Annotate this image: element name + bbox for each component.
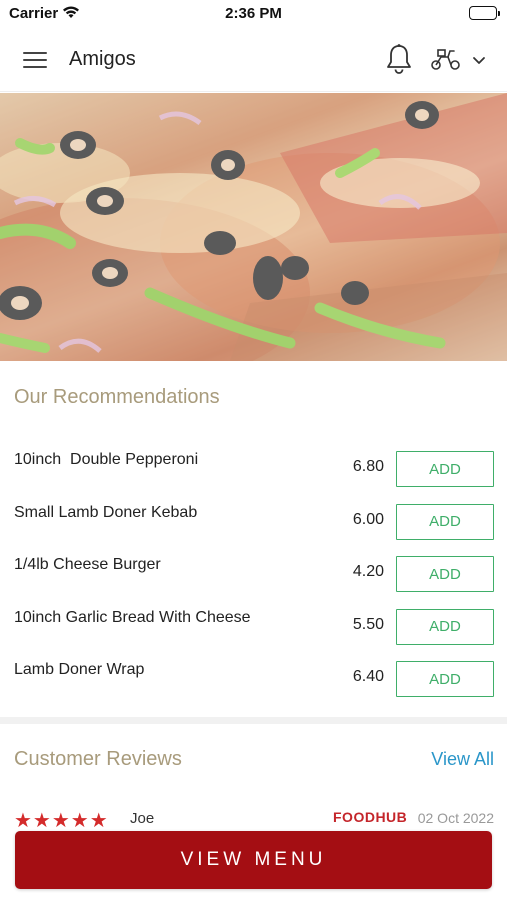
item-name: 1/4lb Cheese Burger — [14, 556, 161, 573]
list-item: Lamb Doner Wrap 6.40 ADD — [0, 653, 507, 706]
add-button[interactable]: ADD — [396, 503, 494, 540]
list-item: 1/4lb Cheese Burger 4.20 ADD — [0, 548, 507, 601]
item-name: Small Lamb Doner Kebab — [14, 503, 198, 521]
hero-pizza-image — [0, 93, 507, 361]
item-name: Lamb Doner Wrap — [14, 661, 145, 678]
recommendations-list: 10inch Double Pepperoni 6.80 ADD Small L… — [0, 443, 507, 706]
restaurant-title: Amigos — [69, 48, 136, 70]
view-menu-button[interactable]: VIEW MENU — [15, 831, 492, 889]
review-date: 02 Oct 2022 — [417, 810, 494, 826]
list-item: 10inch Garlic Bread With Cheese 5.50 ADD — [0, 601, 507, 654]
status-bar: Carrier 2:36 PM — [0, 0, 507, 28]
scooter-icon[interactable] — [430, 47, 462, 76]
star-rating: ★★★★★ — [14, 810, 109, 829]
list-item: Small Lamb Doner Kebab 6.00 ADD — [0, 496, 507, 549]
app-header: Amigos — [0, 28, 507, 92]
section-divider — [0, 717, 507, 724]
list-item: 10inch Double Pepperoni 6.80 ADD — [0, 443, 507, 496]
bell-icon[interactable] — [385, 43, 413, 80]
menu-icon[interactable] — [23, 50, 47, 70]
item-name: 10inch Garlic Bread With Cheese — [14, 608, 251, 626]
item-price: 6.00 — [352, 510, 384, 528]
item-name: 10inch Double Pepperoni — [14, 451, 199, 468]
add-button[interactable]: ADD — [396, 451, 494, 487]
add-button[interactable]: ADD — [396, 661, 494, 697]
review-source-logo: FOODHUB — [333, 809, 408, 825]
add-button[interactable]: ADD — [396, 608, 494, 645]
review-item: ★★★★★ Joe FOODHUB 02 Oct 2022 — [0, 805, 507, 829]
reviewer-name: Joe — [130, 810, 155, 827]
item-price: 4.20 — [352, 563, 384, 580]
add-button[interactable]: ADD — [396, 556, 494, 592]
reviews-heading: Customer Reviews — [14, 748, 182, 770]
item-price: 5.50 — [352, 615, 384, 633]
item-price: 6.80 — [352, 458, 384, 475]
item-price: 6.40 — [352, 668, 384, 685]
recommendations-heading: Our Recommendations — [14, 386, 220, 408]
chevron-down-icon[interactable] — [472, 53, 486, 71]
status-time: 2:36 PM — [225, 5, 282, 22]
battery-icon — [469, 6, 500, 20]
view-all-link[interactable]: View All — [431, 749, 494, 770]
